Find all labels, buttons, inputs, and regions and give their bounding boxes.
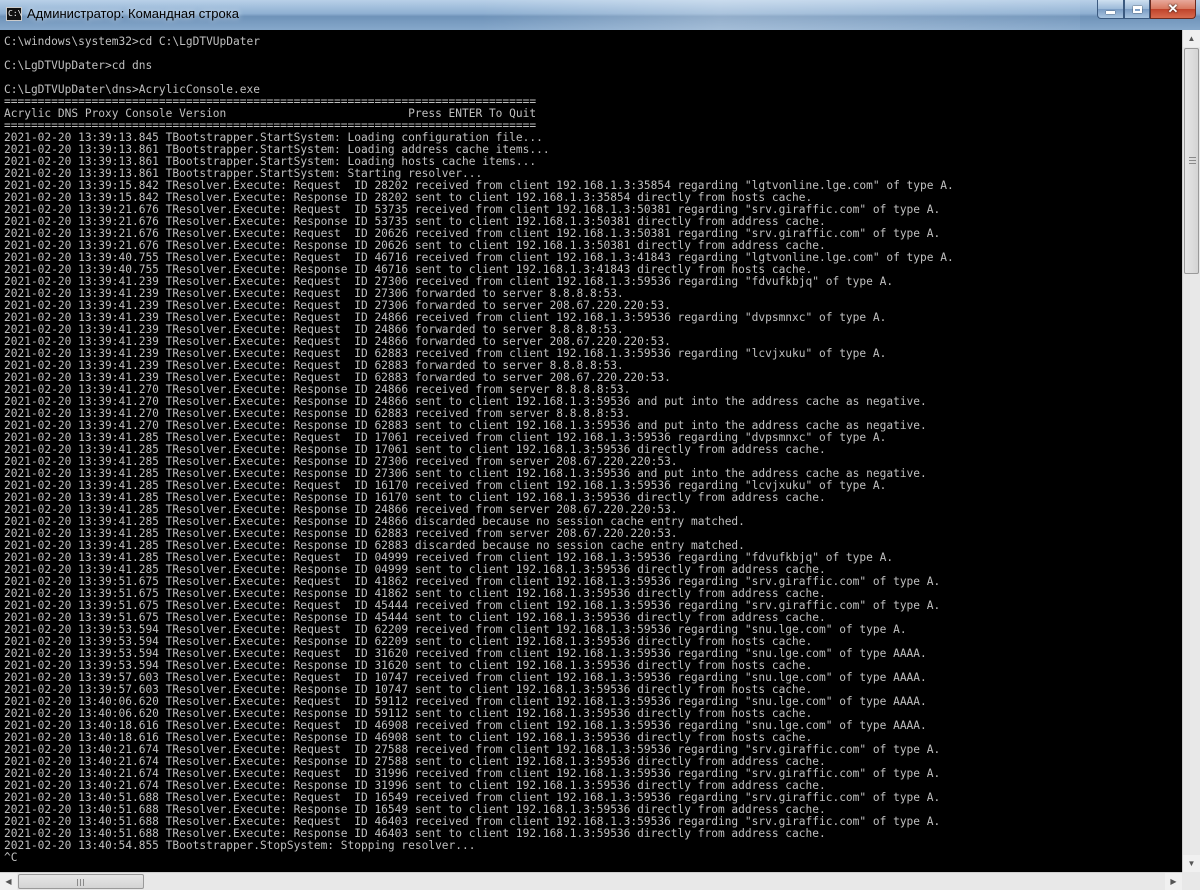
thumb-grip: [1189, 160, 1196, 161]
title-bar[interactable]: C:\ Администратор: Командная строка ✕: [0, 0, 1200, 30]
console-output[interactable]: C:\windows\system32>cd C:\LgDTVUpDater C:…: [4, 36, 1182, 874]
scroll-left-button[interactable]: ◀: [0, 873, 17, 890]
arrow-down-icon: ▼: [1187, 859, 1196, 868]
arrow-up-icon: ▲: [1187, 34, 1196, 43]
window-title: Администратор: Командная строка: [27, 6, 239, 21]
title-bar-sheen: [480, 0, 1080, 30]
arrow-right-icon: ▶: [1170, 877, 1177, 886]
thumb-grip: [77, 879, 78, 886]
cmd-window: C:\ Администратор: Командная строка ✕ C:…: [0, 0, 1200, 890]
horizontal-scrollbar[interactable]: ◀ ▶: [0, 872, 1182, 890]
thumb-grip: [1189, 157, 1196, 158]
cmd-app-icon[interactable]: C:\: [6, 7, 22, 21]
console-line: ^C: [4, 851, 18, 864]
close-button[interactable]: ✕: [1150, 0, 1196, 19]
scroll-up-button[interactable]: ▲: [1183, 30, 1200, 47]
maximize-icon: [1132, 5, 1142, 13]
console-line: 2021-02-20 13:40:54.855 TBootstrapper.St…: [4, 839, 476, 852]
console-line: C:\windows\system32>cd C:\LgDTVUpDater: [4, 36, 260, 48]
thumb-grip: [1189, 163, 1196, 164]
scroll-right-button[interactable]: ▶: [1165, 873, 1182, 890]
minimize-button[interactable]: [1097, 0, 1124, 19]
vertical-scroll-thumb[interactable]: [1184, 48, 1199, 274]
thumb-grip: [83, 879, 84, 886]
thumb-grip: [80, 879, 81, 886]
close-icon: ✕: [1167, 1, 1179, 16]
scroll-down-button[interactable]: ▼: [1183, 855, 1200, 872]
maximize-button[interactable]: [1124, 0, 1150, 19]
arrow-left-icon: ◀: [5, 877, 12, 886]
minimize-icon: [1106, 10, 1115, 14]
console-line: C:\LgDTVUpDater>cd dns: [4, 59, 153, 72]
scrollbar-corner: [1182, 872, 1200, 890]
horizontal-scroll-thumb[interactable]: [18, 874, 144, 889]
vertical-scrollbar[interactable]: ▲ ▼: [1182, 30, 1200, 872]
